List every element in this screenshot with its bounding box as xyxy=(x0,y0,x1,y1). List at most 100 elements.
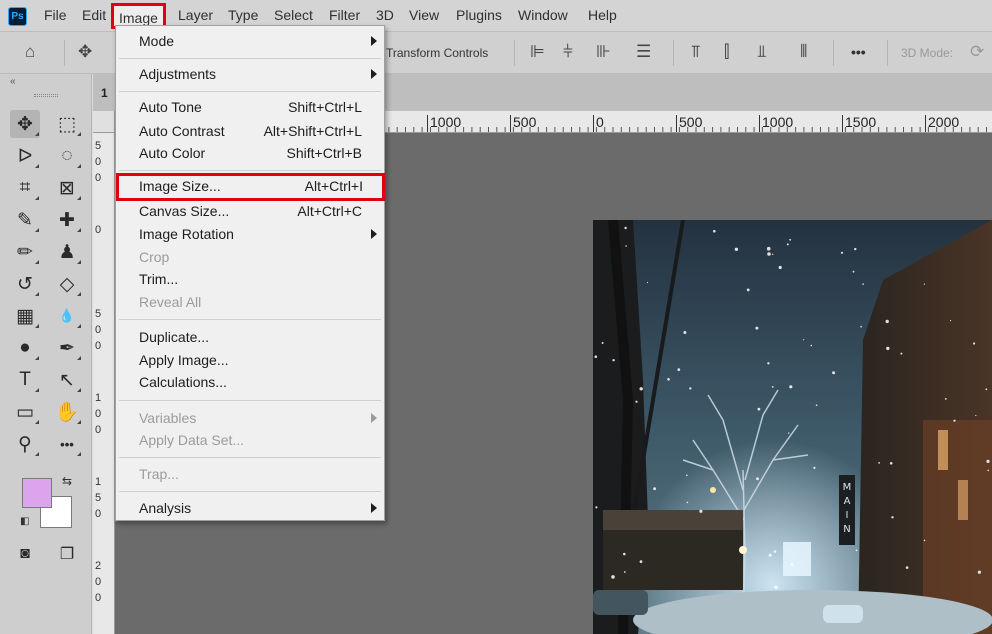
ruler-label: 2000 xyxy=(925,115,959,132)
healing-brush-tool-icon[interactable]: ✚ xyxy=(52,206,82,234)
photoshop-logo[interactable]: Ps xyxy=(8,7,27,26)
submenu-arrow-icon xyxy=(371,69,377,79)
vertical-ruler[interactable]: 5 0 0 0 5 0 0 1 0 0 1 5 0 2 0 0 xyxy=(93,133,115,634)
foreground-color-swatch[interactable] xyxy=(22,478,52,508)
move-tool-icon[interactable]: ✥ xyxy=(10,110,40,138)
quick-mask-icon[interactable]: ◙ xyxy=(10,540,40,568)
default-colors-icon[interactable]: ◧ xyxy=(20,516,29,527)
align-top-icon[interactable]: ⫪ xyxy=(691,42,701,62)
ruler-label: 0 xyxy=(94,576,102,588)
menu-filter[interactable]: Filter xyxy=(329,7,360,23)
align-center-icon[interactable]: ⫩ xyxy=(563,42,573,62)
panel-grip-icon[interactable] xyxy=(34,94,58,97)
ruler-label: 0 xyxy=(593,115,604,132)
brush-tool-icon[interactable]: ✏ xyxy=(10,238,40,266)
menu-3d[interactable]: 3D xyxy=(376,7,394,23)
menu-plugins[interactable]: Plugins xyxy=(456,7,502,23)
menu-file[interactable]: File xyxy=(44,7,67,23)
menu-item-variables[interactable]: Variables xyxy=(116,407,384,429)
menu-view[interactable]: View xyxy=(409,7,439,23)
menu-item-trim[interactable]: Trim... xyxy=(116,268,384,290)
ruler-label: 1 xyxy=(94,392,102,404)
tool-group-indicator-icon xyxy=(35,164,39,168)
dodge-tool-icon[interactable]: ● xyxy=(10,334,40,362)
menu-item-apply-data-set[interactable]: Apply Data Set... xyxy=(116,429,384,451)
eyedropper-tool-icon[interactable]: ✎ xyxy=(10,206,40,234)
snowflake xyxy=(977,570,981,574)
menu-window[interactable]: Window xyxy=(518,7,568,23)
menu-item-apply-image[interactable]: Apply Image... xyxy=(116,349,384,371)
distribute-vertical-icon[interactable]: ⦀ xyxy=(800,42,807,62)
ruler-label: 0 xyxy=(94,340,102,352)
pen-tool-icon[interactable]: ✒ xyxy=(52,334,82,362)
menu-item-reveal-all[interactable]: Reveal All xyxy=(116,291,384,313)
menu-type[interactable]: Type xyxy=(228,7,258,23)
collapse-panel-icon[interactable]: « xyxy=(10,76,16,87)
menu-item-image-size[interactable]: Image Size... Alt+Ctrl+I xyxy=(116,173,385,201)
ruler-label: 1000 xyxy=(759,115,793,132)
menu-item-adjustments[interactable]: Adjustments xyxy=(116,63,384,85)
ruler-label: 0 xyxy=(94,592,102,604)
history-brush-tool-icon[interactable]: ↺ xyxy=(10,270,40,298)
menu-item-analysis[interactable]: Analysis xyxy=(116,497,384,519)
menu-item-calculations[interactable]: Calculations... xyxy=(116,371,384,393)
winter-street-photo: M A I N xyxy=(593,220,992,634)
type-tool-icon[interactable]: T xyxy=(10,366,40,394)
menu-item-auto-contrast[interactable]: Auto Contrast Alt+Shift+Ctrl+L xyxy=(116,120,384,142)
menu-item-label: Mode xyxy=(139,33,175,49)
menu-help[interactable]: Help xyxy=(588,7,617,23)
rectangle-tool-icon[interactable]: ▭ xyxy=(10,398,40,426)
menu-item-auto-tone[interactable]: Auto Tone Shift+Ctrl+L xyxy=(116,96,384,118)
snowflake xyxy=(756,477,759,481)
eraser-tool-icon[interactable]: ◇ xyxy=(52,270,82,298)
menu-item-auto-color[interactable]: Auto Color Shift+Ctrl+B xyxy=(116,142,384,164)
hand-tool-icon[interactable]: ✋ xyxy=(52,398,82,426)
quick-selection-tool-icon[interactable]: ◌ xyxy=(52,142,82,170)
screen-mode-icon[interactable]: ❐ xyxy=(52,540,82,568)
lasso-tool-icon[interactable]: ᐅ xyxy=(10,142,40,170)
snowflake xyxy=(677,368,681,371)
blur-tool-icon[interactable]: 💧 xyxy=(52,302,82,330)
clone-stamp-tool-icon[interactable]: ♟ xyxy=(52,238,82,266)
menu-item-label: Trap... xyxy=(139,466,179,482)
menu-item-label: Analysis xyxy=(139,500,192,516)
document-tab[interactable]: 1 xyxy=(101,86,108,100)
tool-group-indicator-icon xyxy=(35,132,39,136)
gradient-tool-icon[interactable]: ▦ xyxy=(10,302,40,330)
document-image[interactable]: M A I N xyxy=(593,220,992,634)
align-left-icon[interactable]: ⊫ xyxy=(530,42,545,62)
submenu-arrow-icon xyxy=(371,413,377,423)
menu-item-image-rotation[interactable]: Image Rotation xyxy=(116,223,384,245)
frame-tool-icon[interactable]: ⊠ xyxy=(52,174,82,202)
align-middle-icon[interactable]: ⫿ xyxy=(724,42,729,62)
rectangular-marquee-tool-icon[interactable]: ⬚ xyxy=(52,110,82,138)
menu-layer[interactable]: Layer xyxy=(178,7,213,23)
distribute-icon[interactable]: ☰ xyxy=(636,42,651,62)
tool-group-indicator-icon xyxy=(77,228,81,232)
path-selection-tool-icon[interactable]: ↖ xyxy=(52,366,82,394)
menu-item-canvas-size[interactable]: Canvas Size... Alt+Ctrl+C xyxy=(116,200,384,222)
align-bottom-icon[interactable]: ⫫ xyxy=(757,42,767,62)
ruler-corner[interactable] xyxy=(93,111,115,133)
menu-item-trap[interactable]: Trap... xyxy=(116,463,384,485)
zoom-tool-icon[interactable]: ⚲ xyxy=(10,430,40,458)
ruler-label: 0 xyxy=(94,324,102,336)
swap-colors-icon[interactable]: ⇆ xyxy=(62,474,72,488)
crop-tool-icon[interactable]: ⌗ xyxy=(10,174,40,202)
more-options-button[interactable]: ••• xyxy=(851,44,866,60)
menu-item-duplicate[interactable]: Duplicate... xyxy=(116,326,384,348)
more-tools-icon[interactable]: ••• xyxy=(52,430,82,458)
menu-item-mode[interactable]: Mode xyxy=(116,30,384,52)
snowflake xyxy=(944,398,947,400)
align-right-icon[interactable]: ⊪ xyxy=(596,42,611,62)
home-icon[interactable]: ⌂ xyxy=(25,42,35,62)
snowflake xyxy=(653,487,656,491)
3d-mode-label: 3D Mode: xyxy=(901,46,954,60)
menu-select[interactable]: Select xyxy=(274,7,313,23)
transform-controls-label[interactable]: Transform Controls xyxy=(386,46,488,60)
tool-group-indicator-icon xyxy=(77,356,81,360)
move-tool-icon[interactable]: ✥ xyxy=(78,42,92,62)
menu-edit[interactable]: Edit xyxy=(82,7,106,23)
menu-item-crop[interactable]: Crop xyxy=(116,246,384,268)
snowflake xyxy=(950,319,952,322)
